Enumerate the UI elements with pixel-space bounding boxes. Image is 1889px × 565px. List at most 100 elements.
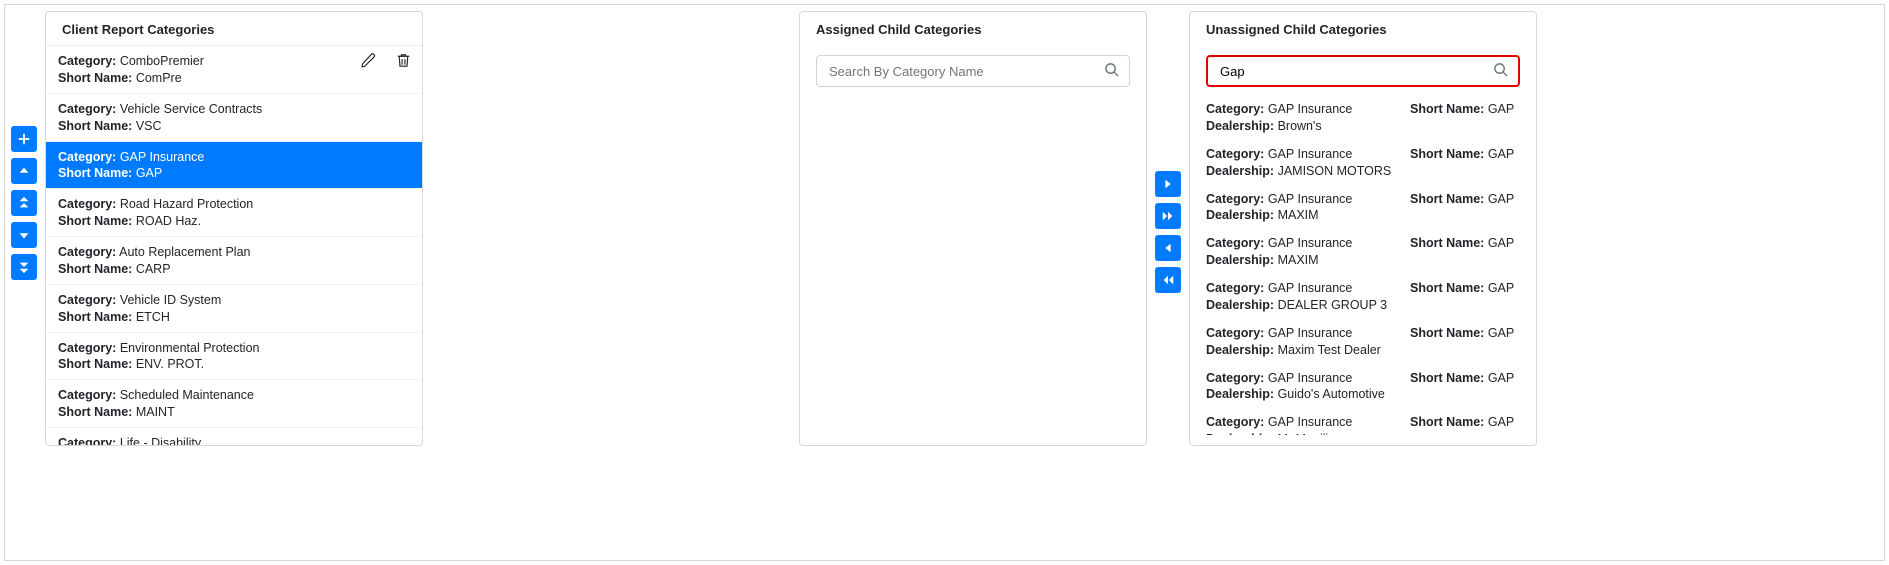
short-name-value: GAP xyxy=(1488,147,1514,161)
category-row[interactable]: Category: Scheduled MaintenanceShort Nam… xyxy=(46,380,422,428)
category-label: Category: xyxy=(1206,326,1264,340)
unassigned-row[interactable]: Category: GAP InsuranceShort Name: GAPDe… xyxy=(1194,408,1532,435)
dealership-value: DEALER GROUP 3 xyxy=(1278,298,1388,312)
category-row[interactable]: Category: GAP Insurance Short Name: GAP xyxy=(46,142,422,190)
category-value: ComboPremier xyxy=(120,54,204,68)
unassigned-row[interactable]: Category: GAP InsuranceShort Name: GAPDe… xyxy=(1194,95,1532,140)
unassigned-row[interactable]: Category: GAP InsuranceShort Name: GAPDe… xyxy=(1194,185,1532,230)
category-value: GAP Insurance xyxy=(1268,236,1353,250)
short-name-label: Short Name: xyxy=(1410,281,1484,295)
client-report-categories-panel: Client Report Categories Category: Combo… xyxy=(45,11,423,446)
short-name-label: Short Name: xyxy=(1410,192,1484,206)
category-value: Scheduled Maintenance xyxy=(120,388,254,402)
category-row[interactable]: Category: Life - DisabilityShort Name: L… xyxy=(46,428,422,445)
category-label: Category: xyxy=(58,245,116,259)
unassigned-child-categories-panel: Unassigned Child Categories Category: GA… xyxy=(1189,11,1537,446)
category-label: Category: xyxy=(58,102,116,116)
category-value: Road Hazard Protection xyxy=(120,197,253,211)
short-name-label: Short Name: xyxy=(58,119,132,133)
move-top-button[interactable] xyxy=(11,190,37,216)
category-label: Category: xyxy=(58,341,116,355)
unassigned-row[interactable]: Category: GAP Insurance Short Name: GAP De… xyxy=(1194,319,1532,364)
dealership-label: Dealership: xyxy=(1206,164,1274,178)
short-name-value: GAP xyxy=(1488,236,1514,250)
dealership-value: MAXIM xyxy=(1278,253,1319,267)
category-label: Category: xyxy=(1206,236,1264,250)
unassigned-list: Category: GAP Insurance Short Name: GAP De… xyxy=(1190,95,1536,435)
unassign-all-button[interactable] xyxy=(1155,267,1181,293)
short-name-value: ENV. PROT. xyxy=(136,357,204,371)
short-name-value: ComPre xyxy=(136,71,182,85)
category-label: Category: xyxy=(58,293,116,307)
category-label: Category: xyxy=(58,388,116,402)
category-label: Category: xyxy=(58,150,116,164)
category-label: Category: xyxy=(1206,415,1264,429)
dealership-value: JAMISON MOTORS xyxy=(1278,164,1392,178)
move-down-button[interactable] xyxy=(11,222,37,248)
dealership-value: Mr Manili xyxy=(1278,432,1329,435)
assign-single-button[interactable] xyxy=(1155,171,1181,197)
short-name-value: GAP xyxy=(1488,102,1514,116)
dealership-label: Dealership: xyxy=(1206,298,1274,312)
category-row[interactable]: Category: Vehicle Service ContractsShort… xyxy=(46,94,422,142)
short-name-value: GAP xyxy=(1488,371,1514,385)
unassigned-row[interactable]: Category: GAP InsuranceShort Name: GAPDe… xyxy=(1194,274,1532,319)
panel-title: Unassigned Child Categories xyxy=(1190,12,1536,45)
category-value: GAP Insurance xyxy=(120,150,205,164)
category-row[interactable]: Category: ComboPremierShort Name: ComPre xyxy=(46,46,422,94)
assign-all-button[interactable] xyxy=(1155,203,1181,229)
assigned-child-categories-panel: Assigned Child Categories xyxy=(799,11,1147,446)
add-category-button[interactable] xyxy=(11,126,37,152)
dealership-value: Maxim Test Dealer xyxy=(1278,343,1381,357)
category-label: Category: xyxy=(1206,147,1264,161)
category-row[interactable]: Category: Road Hazard ProtectionShort Na… xyxy=(46,189,422,237)
dealership-value: MAXIM xyxy=(1278,208,1319,222)
category-value: GAP Insurance xyxy=(1268,281,1353,295)
unassigned-row[interactable]: Category: GAP InsuranceShort Name: GAPDe… xyxy=(1194,364,1532,409)
dealership-value: Brown's xyxy=(1278,119,1322,133)
assigned-search-input[interactable] xyxy=(827,63,1104,80)
dealership-label: Dealership: xyxy=(1206,432,1274,435)
dealership-value: Guido's Automotive xyxy=(1278,387,1385,401)
category-value: Vehicle ID System xyxy=(120,293,221,307)
category-label: Category: xyxy=(1206,371,1264,385)
assigned-search-box[interactable] xyxy=(816,55,1130,87)
short-name-label: Short Name: xyxy=(58,166,132,180)
short-name-value: ETCH xyxy=(136,310,170,324)
category-label: Category: xyxy=(58,197,116,211)
unassigned-search-input[interactable] xyxy=(1218,63,1493,80)
short-name-label: Short Name: xyxy=(1410,371,1484,385)
category-row[interactable]: Category: Environmental ProtectionShort … xyxy=(46,333,422,381)
move-up-button[interactable] xyxy=(11,158,37,184)
unassigned-row[interactable]: Category: GAP InsuranceShort Name: GAPDe… xyxy=(1194,140,1532,185)
delete-icon[interactable] xyxy=(395,52,412,74)
dealership-label: Dealership: xyxy=(1206,119,1274,133)
unassign-single-button[interactable] xyxy=(1155,235,1181,261)
panel-title: Client Report Categories xyxy=(46,12,422,46)
category-label: Category: xyxy=(1206,192,1264,206)
unassigned-row[interactable]: Category: GAP InsuranceShort Name: GAPDe… xyxy=(1194,229,1532,274)
short-name-label: Short Name: xyxy=(1410,326,1484,340)
category-value: GAP Insurance xyxy=(1268,147,1353,161)
category-row[interactable]: Category: Auto Replacement PlanShort Nam… xyxy=(46,237,422,285)
category-label: Category: xyxy=(58,436,116,445)
category-row[interactable]: Category: Vehicle ID SystemShort Name: E… xyxy=(46,285,422,333)
categories-list: Category: ComboPremierShort Name: ComPre… xyxy=(46,46,422,445)
category-value: GAP Insurance xyxy=(1268,326,1353,340)
short-name-value: VSC xyxy=(136,119,162,133)
dealership-label: Dealership: xyxy=(1206,343,1274,357)
transfer-buttons xyxy=(1155,171,1181,293)
short-name-value: GAP xyxy=(1488,326,1514,340)
short-name-value: GAP xyxy=(136,166,162,180)
category-value: Auto Replacement Plan xyxy=(119,245,250,259)
short-name-label: Short Name: xyxy=(1410,236,1484,250)
search-icon xyxy=(1104,62,1119,81)
short-name-value: GAP xyxy=(1488,281,1514,295)
unassigned-search-box[interactable] xyxy=(1206,55,1520,87)
move-bottom-button[interactable] xyxy=(11,254,37,280)
category-value: GAP Insurance xyxy=(1268,102,1353,116)
edit-icon[interactable] xyxy=(360,52,377,74)
short-name-value: GAP xyxy=(1488,192,1514,206)
category-label: Category: xyxy=(58,54,116,68)
category-value: GAP Insurance xyxy=(1268,415,1353,429)
